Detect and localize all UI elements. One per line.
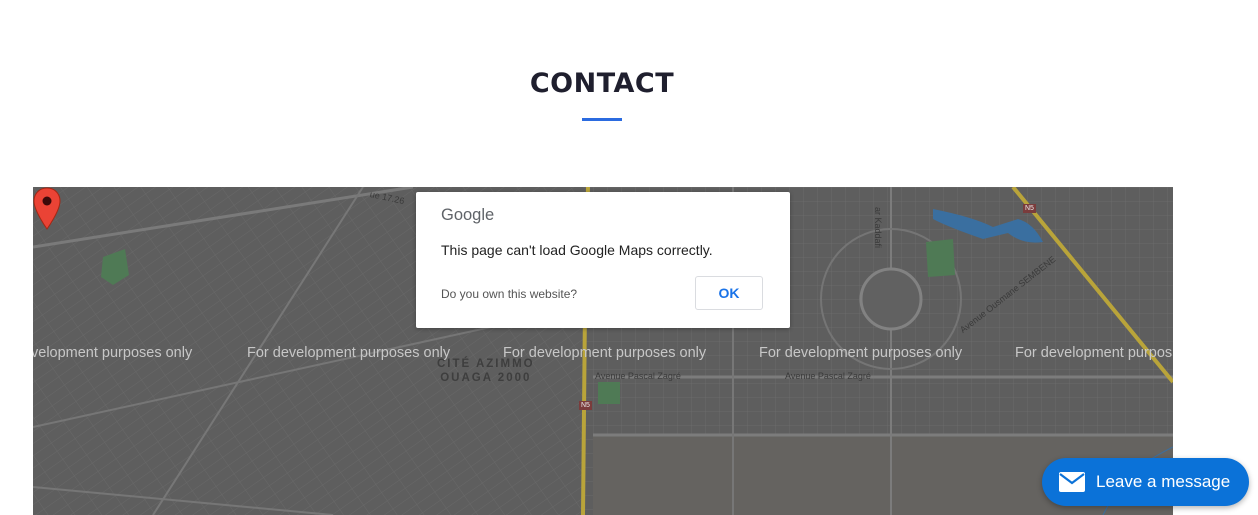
dev-watermark: For development purposes only xyxy=(759,345,963,361)
google-logo: Google xyxy=(441,206,495,224)
maps-error-dialog: Google This page can't load Google Maps … xyxy=(416,192,790,328)
title-underline xyxy=(582,118,622,121)
section-title: CONTACT xyxy=(529,68,675,99)
street-label: Avenue Pascal Zagré xyxy=(595,371,681,381)
route-shield: N5 xyxy=(579,401,592,410)
map-pin-icon[interactable] xyxy=(33,187,61,231)
dev-watermark: For development purposes only xyxy=(247,345,451,361)
district-line2: OUAGA 2000 xyxy=(440,372,532,384)
district-label: CITÉ AZIMMO OUAGA 2000 xyxy=(437,357,535,385)
error-message: This page can't load Google Maps correct… xyxy=(441,242,713,258)
own-website-link[interactable]: Do you own this website? xyxy=(441,287,577,301)
street-label: ar Kaddafi xyxy=(873,207,883,249)
ok-button[interactable]: OK xyxy=(695,276,763,310)
route-shield: N5 xyxy=(1023,204,1036,213)
leave-message-button[interactable]: Leave a message xyxy=(1042,458,1249,506)
district-line1: CITÉ AZIMMO xyxy=(437,358,535,370)
dev-watermark: velopment purposes only xyxy=(33,345,193,361)
envelope-icon xyxy=(1059,472,1085,492)
dev-watermark: For development purpos xyxy=(1015,345,1173,361)
leave-message-label: Leave a message xyxy=(1096,472,1231,491)
street-label: Avenue Pascal Zagré xyxy=(785,371,871,381)
